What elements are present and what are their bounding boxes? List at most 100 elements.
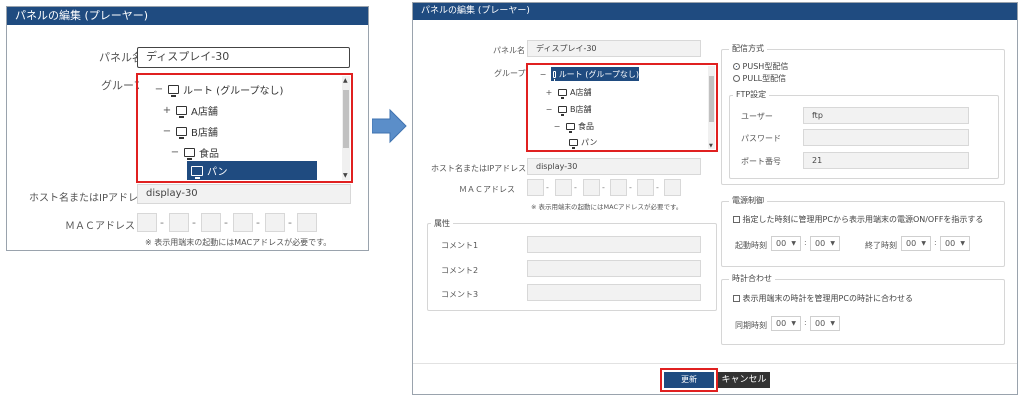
mac-octet-6[interactable] [664, 179, 681, 196]
group-tree[interactable]: − ルート (グループなし) + A店舗 − B店舗 − 食品 パン ▲ ▼ [139, 76, 350, 180]
mac-octet-1[interactable] [527, 179, 544, 196]
comment2-input[interactable] [527, 260, 701, 277]
tree-item-a-store[interactable]: + A店舗 [161, 102, 218, 118]
mac-dash: - [160, 216, 164, 229]
collapse-icon[interactable]: − [169, 147, 181, 158]
comment1-input[interactable] [527, 236, 701, 253]
panel-name-input[interactable]: ディスプレイ-30 [137, 47, 350, 68]
mac-octet-2[interactable] [169, 213, 189, 232]
group-label: グループ [494, 69, 526, 78]
mac-octet-4[interactable] [610, 179, 627, 196]
start-hour-select[interactable]: 00 ▼ [771, 236, 801, 251]
end-hour-select[interactable]: 00 ▼ [901, 236, 931, 251]
mac-octet-3[interactable] [583, 179, 600, 196]
ftp-port-input[interactable]: 21 [803, 152, 969, 169]
mac-dash: - [288, 216, 292, 229]
comment3-input[interactable] [527, 284, 701, 301]
ftp-user-input[interactable]: ftp [803, 107, 969, 124]
start-time-label: 起動時刻 [735, 241, 767, 250]
start-minute-select[interactable]: 00 ▼ [810, 236, 840, 251]
tree-item-bread[interactable]: パン [569, 136, 597, 149]
scroll-down-icon[interactable]: ▼ [709, 143, 713, 149]
time-colon: : [804, 318, 807, 327]
tree-item-label: B店舗 [191, 127, 218, 139]
tree-item-root[interactable]: − ルート (グループなし) [153, 81, 283, 97]
mac-dash: - [224, 216, 228, 229]
mac-dash: - [546, 183, 549, 192]
end-minute-value: 00 [945, 239, 956, 248]
mac-octet-5[interactable] [637, 179, 654, 196]
clock-option[interactable]: 表示用端末の時計を管理用PCの時計に合わせる [733, 293, 913, 304]
tree-item-food[interactable]: − 食品 [551, 120, 594, 133]
scroll-up-icon[interactable]: ▲ [343, 77, 348, 84]
expand-icon[interactable]: + [543, 88, 555, 97]
attributes-title: 属性 [431, 218, 453, 229]
power-option[interactable]: 指定した時刻に管理用PCから表示用端末の電源ON/OFFを指示する [733, 214, 983, 225]
scroll-thumb[interactable] [709, 76, 714, 122]
tree-item-label: 食品 [578, 122, 594, 131]
clock-title: 時計合わせ [729, 273, 775, 284]
push-option[interactable]: PUSH型配信 [733, 61, 788, 72]
pull-option[interactable]: PULL型配信 [733, 73, 786, 84]
monitor-icon [569, 139, 578, 149]
zoomed-dialog: パネルの編集 (プレーヤー) パネル名 ディスプレイ-30 グループ − ルート… [6, 6, 369, 251]
monitor-icon [176, 126, 187, 139]
tree-item-root-selected[interactable]: ルート (グループなし) [551, 67, 639, 81]
dialog-title: パネルの編集 (プレーヤー) [15, 9, 149, 22]
mac-octet-1[interactable] [137, 213, 157, 232]
expand-icon[interactable]: + [161, 105, 173, 116]
chevron-down-icon: ▼ [791, 240, 796, 247]
tree-item-b-store[interactable]: − B店舗 [161, 123, 218, 139]
monitor-icon [168, 84, 179, 97]
monitor-icon [553, 70, 556, 81]
tree-item-label: ルート (グループなし) [558, 69, 639, 79]
mac-note: ※ 表示用端末の起動にはMACアドレスが必要です。 [531, 203, 683, 211]
collapse-icon[interactable]: − [551, 122, 563, 131]
scroll-down-icon[interactable]: ▼ [343, 172, 348, 179]
pull-label: PULL型配信 [742, 74, 787, 83]
power-checkbox[interactable] [733, 216, 740, 223]
tree-item-label: パン [581, 138, 598, 147]
tree-item-a-store[interactable]: + A店舗 [543, 86, 591, 99]
mac-octet-3[interactable] [201, 213, 221, 232]
tree-item-root[interactable]: − [537, 68, 549, 81]
mac-octet-6[interactable] [297, 213, 317, 232]
tree-item-label: ルート (グループなし) [183, 85, 284, 97]
tree-item-food[interactable]: − 食品 [169, 144, 219, 160]
panel-name-input[interactable]: ディスプレイ-30 [527, 40, 701, 57]
end-minute-select[interactable]: 00 ▼ [940, 236, 970, 251]
mac-octet-4[interactable] [233, 213, 253, 232]
push-label: PUSH型配信 [742, 62, 789, 71]
mac-dash: - [256, 216, 260, 229]
sync-time-label: 同期時刻 [735, 321, 767, 330]
monitor-icon [176, 105, 187, 118]
sync-hour-select[interactable]: 00 ▼ [771, 316, 801, 331]
cancel-button[interactable]: キャンセル [718, 372, 770, 388]
push-radio[interactable] [733, 63, 740, 70]
host-input[interactable]: display-30 [137, 184, 351, 204]
collapse-icon[interactable]: − [537, 70, 549, 79]
tree-scrollbar[interactable]: ▼ [708, 66, 715, 149]
clock-checkbox[interactable] [733, 295, 740, 302]
tree-item-bread[interactable]: パン [187, 161, 317, 180]
mac-octet-2[interactable] [555, 179, 572, 196]
scroll-thumb[interactable] [343, 90, 349, 148]
tree-item-b-store[interactable]: − B店舗 [543, 103, 592, 116]
ftp-password-input[interactable] [803, 129, 969, 146]
chevron-down-icon: ▼ [830, 240, 835, 247]
monitor-icon [566, 123, 575, 133]
host-input[interactable]: display-30 [527, 158, 701, 175]
end-hour-value: 00 [906, 239, 917, 248]
collapse-icon[interactable]: − [543, 105, 555, 114]
pull-radio[interactable] [733, 75, 740, 82]
collapse-icon[interactable]: − [161, 126, 173, 137]
group-tree[interactable]: − ルート (グループなし) + A店舗 − B店舗 − 食品 パン ▼ [529, 66, 715, 149]
sync-minute-select[interactable]: 00 ▼ [810, 316, 840, 331]
tree-scrollbar[interactable]: ▲ ▼ [342, 76, 350, 180]
comment2-label: コメント2 [441, 266, 479, 275]
chevron-down-icon: ▼ [960, 240, 965, 247]
footer-divider [413, 363, 1017, 364]
update-button[interactable]: 更新 [664, 372, 714, 388]
collapse-icon[interactable]: − [153, 84, 165, 95]
mac-octet-5[interactable] [265, 213, 285, 232]
